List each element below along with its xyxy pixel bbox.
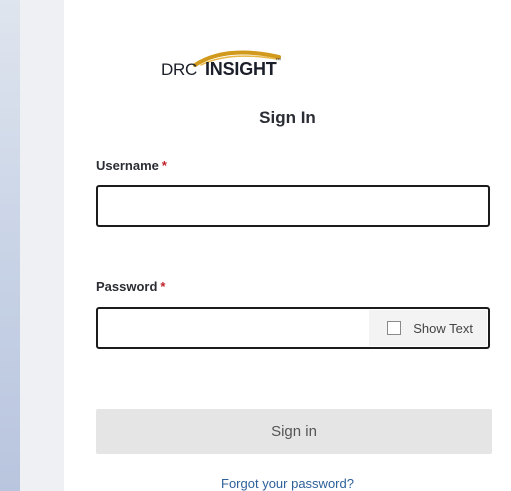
username-label: Username * bbox=[96, 158, 167, 173]
required-mark: * bbox=[160, 279, 166, 294]
password-label: Password * bbox=[96, 279, 165, 294]
show-text-checkbox[interactable] bbox=[387, 321, 402, 335]
logo-trademark: ™ bbox=[275, 58, 281, 64]
password-input[interactable]: Show Text bbox=[96, 307, 490, 349]
signin-button[interactable]: Sign in bbox=[96, 409, 492, 454]
logo-drc-text: DRC bbox=[161, 60, 197, 79]
background-left-band bbox=[20, 0, 64, 491]
show-text-toggle[interactable]: Show Text bbox=[369, 310, 487, 346]
show-text-label: Show Text bbox=[413, 320, 473, 336]
drc-insight-logo: DRC INSIGHT ™ bbox=[161, 50, 281, 80]
username-input[interactable] bbox=[96, 185, 490, 227]
password-label-text: Password bbox=[96, 279, 158, 294]
background-left-gradient bbox=[0, 0, 20, 491]
required-mark: * bbox=[161, 158, 167, 173]
username-label-text: Username bbox=[96, 158, 159, 173]
logo-insight-text: INSIGHT bbox=[205, 59, 277, 79]
page-title: Sign In bbox=[259, 108, 316, 127]
forgot-password-link[interactable]: Forgot your password? bbox=[64, 476, 511, 491]
